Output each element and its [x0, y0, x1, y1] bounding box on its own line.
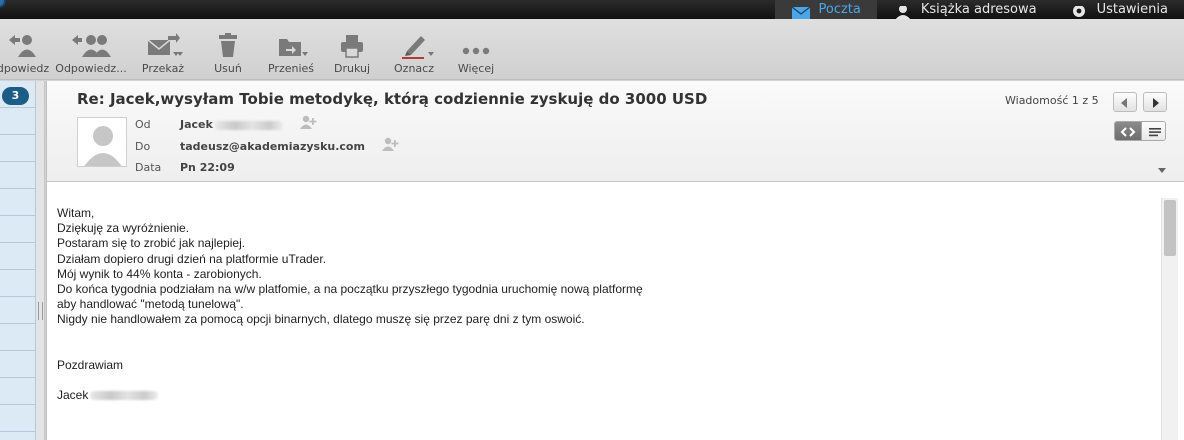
more-dots-icon	[462, 47, 490, 55]
gear-icon	[1072, 6, 1085, 17]
folder-divider	[0, 134, 36, 135]
signature-line: Jacek	[57, 388, 1147, 403]
from-label: Od	[135, 118, 151, 131]
folder-divider	[0, 431, 36, 432]
arrow-right-icon	[1153, 98, 1159, 108]
message-header: Re: Jacek,wysyłam Tobie metodykę, którą …	[47, 81, 1184, 182]
folder-list-panel: 3	[0, 81, 36, 440]
message-subject: Re: Jacek,wysyłam Tobie metodykę, którą …	[77, 90, 708, 108]
pen-mark-icon	[402, 36, 425, 59]
message-body: Witam, Dziękuję za wyróżnienie. Postaram…	[57, 206, 1147, 403]
nav-settings-label: Ustawienia	[1096, 2, 1168, 17]
message-scrollbar[interactable]	[1161, 198, 1178, 440]
redacted-surname	[214, 120, 283, 130]
folder-divider	[0, 323, 36, 324]
trash-icon	[219, 33, 237, 57]
delete-label: Usuń	[214, 62, 242, 75]
body-line: aby handlować "metodą tunelową".	[57, 297, 244, 312]
scrollbar-thumb[interactable]	[1164, 200, 1176, 256]
previous-message-button[interactable]	[1113, 92, 1137, 112]
folder-divider	[0, 296, 36, 297]
nav-mail[interactable]: Poczta	[774, 0, 877, 19]
from-name: Jacek	[180, 118, 213, 131]
body-line: Postaram się to zrobić jak najlepiej.	[57, 236, 246, 251]
reply-icon	[9, 35, 36, 57]
view-mode-toggle	[1114, 121, 1166, 141]
folder-divider	[0, 215, 36, 216]
mark-caret-icon[interactable]	[428, 52, 434, 56]
nav-address-book[interactable]: Książka adresowa	[877, 0, 1053, 19]
print-label: Drukuj	[333, 62, 371, 75]
reply-all-label: Odpowiedz...	[55, 62, 127, 75]
reply-all-button[interactable]: Odpowiedz...	[55, 19, 179, 80]
folder-divider	[0, 350, 36, 351]
folder-divider	[0, 377, 36, 378]
html-view-button[interactable]	[1115, 122, 1141, 140]
mark-button[interactable]: Oznacz	[388, 19, 440, 80]
nav-address-book-label: Książka adresowa	[920, 2, 1037, 17]
body-line: Mój wynik to 44% konta - zarobionych.	[57, 266, 262, 281]
body-line: Witam,	[57, 206, 95, 220]
to-address[interactable]: tadeusz@akademiazysku.com	[180, 140, 365, 153]
app-logo-icon	[0, 0, 6, 8]
top-navigation: Poczta Książka adresowa Ustawienia	[774, 0, 1184, 19]
person-icon	[895, 6, 910, 19]
body-line: Nigdy nie handlowałem za pomocą opcji bi…	[57, 312, 585, 327]
date-value: Pn 22:09	[180, 161, 235, 174]
folder-divider	[0, 188, 36, 189]
body-line: Dziękuję za wyróżnienie.	[57, 221, 190, 236]
to-label: Do	[135, 140, 151, 153]
body-line: Do końca tygodnia podziałam na w/w platf…	[57, 282, 643, 297]
reply-all-icon	[72, 35, 111, 57]
printer-icon	[341, 35, 363, 58]
splitter-grip-icon[interactable]	[38, 302, 43, 320]
reply-label: dpowiedz	[0, 62, 50, 75]
default-avatar-icon	[84, 126, 122, 166]
arrow-left-icon	[1121, 98, 1127, 108]
unread-count-badge: 3	[2, 87, 29, 105]
reply-button[interactable]: dpowiedz	[0, 19, 52, 80]
closing-line: Pozdrawiam	[57, 357, 124, 372]
next-message-button[interactable]	[1143, 92, 1167, 112]
signature-name: Jacek	[57, 387, 89, 402]
mark-label: Oznacz	[394, 62, 434, 75]
sender-avatar	[77, 117, 127, 167]
nav-mail-label: Poczta	[818, 2, 861, 17]
header-expand-caret-icon[interactable]	[1158, 168, 1166, 173]
from-value[interactable]: Jacek	[180, 118, 283, 131]
forward-caret-icon[interactable]	[177, 52, 183, 56]
folder-move-icon	[279, 39, 301, 56]
folder-divider	[0, 269, 36, 270]
folder-divider	[0, 242, 36, 243]
message-view: Re: Jacek,wysyłam Tobie metodykę, którą …	[46, 81, 1184, 440]
delete-button[interactable]: Usuń	[205, 19, 251, 80]
message-toolbar: dpowiedz Odpowiedz... Przekaż Usuń Przen…	[0, 19, 1184, 80]
plain-text-view-button[interactable]	[1141, 122, 1165, 140]
folder-divider	[0, 107, 36, 108]
redacted-surname	[90, 391, 159, 401]
forward-mail-icon	[147, 33, 180, 55]
envelope-icon	[791, 6, 810, 19]
move-button[interactable]: Przenieś	[262, 19, 320, 80]
more-label: Więcej	[457, 62, 495, 75]
move-label: Przenieś	[267, 62, 315, 75]
nav-settings[interactable]: Ustawienia	[1053, 0, 1184, 19]
add-contact-icon[interactable]	[299, 115, 317, 129]
panel-splitter[interactable]	[36, 81, 45, 440]
add-contact-icon[interactable]	[381, 137, 399, 151]
top-bar: Poczta Książka adresowa Ustawienia	[0, 0, 1184, 19]
folder-divider	[0, 404, 36, 405]
forward-button[interactable]: Przekaż	[137, 19, 189, 80]
forward-label: Przekaż	[141, 62, 185, 75]
body-line: Działam dopiero drugi dzień na platformi…	[57, 251, 327, 266]
message-counter: Wiadomość 1 z 5	[1005, 94, 1099, 107]
folder-divider	[0, 161, 36, 162]
code-brackets-icon	[1120, 127, 1136, 137]
move-caret-icon[interactable]	[302, 52, 308, 56]
print-button[interactable]: Drukuj	[328, 19, 376, 80]
date-label: Data	[135, 161, 162, 174]
more-button[interactable]: Więcej	[452, 19, 500, 80]
text-lines-icon	[1149, 128, 1161, 137]
